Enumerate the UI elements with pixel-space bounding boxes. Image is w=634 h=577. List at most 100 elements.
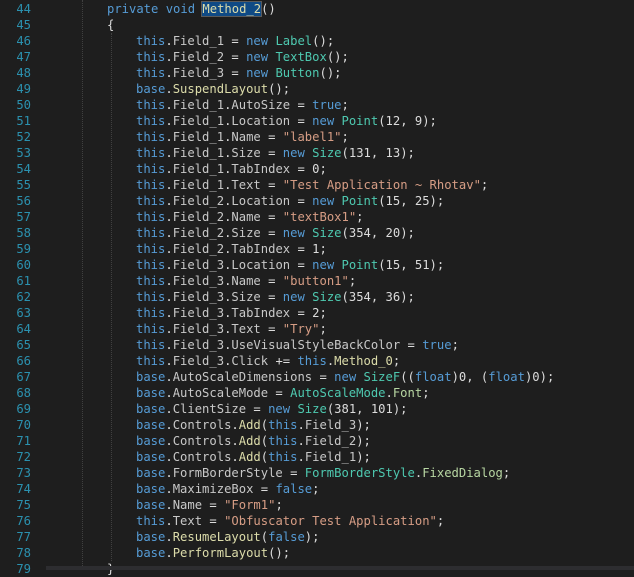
code-text: base.ResumeLayout(false); <box>136 529 319 545</box>
code-token: . <box>165 450 173 464</box>
code-token: Field_2 <box>172 242 225 256</box>
code-token: this <box>136 146 166 160</box>
code-text: base.Controls.Add(this.Field_1); <box>136 449 371 465</box>
code-line[interactable]: 60 this.Field_3.Location = new Point(15, … <box>0 257 634 273</box>
code-line[interactable]: 64 this.Field_3.Text = "Try"; <box>0 321 634 337</box>
line-number: 62 <box>16 290 31 304</box>
code-token: . <box>165 434 173 448</box>
code-token: this <box>268 450 298 464</box>
code-token: FixedDialog <box>422 466 503 480</box>
code-line[interactable]: 44 private void Method_2() <box>0 1 634 17</box>
code-token: . <box>165 146 173 160</box>
code-token: this <box>136 162 166 176</box>
code-token: = <box>246 402 269 416</box>
code-line[interactable]: 73 base.FormBorderStyle = FormBorderStyle… <box>0 465 634 481</box>
code-line[interactable]: 58 this.Field_2.Size = new Size(354, 20); <box>0 225 634 241</box>
code-text: base.MaximizeBox = false; <box>136 481 319 497</box>
code-token: ResumeLayout <box>172 530 261 544</box>
code-token: this <box>136 338 166 352</box>
code-line[interactable]: 50 this.Field_1.AutoSize = true; <box>0 97 634 113</box>
code-token: Size <box>312 146 342 160</box>
code-line[interactable]: 77 base.ResumeLayout(false); <box>0 529 634 545</box>
code-token: = 0; <box>290 162 327 176</box>
code-line[interactable]: 76 this.Text = "Obfuscator Test Applicati… <box>0 513 634 529</box>
code-line[interactable]: 54 this.Field_1.TabIndex = 0; <box>0 161 634 177</box>
indent-guide <box>111 33 112 561</box>
horizontal-scrollbar[interactable] <box>46 566 634 570</box>
code-token: . <box>165 338 173 352</box>
code-token: UseVisualStyleBackColor <box>231 338 401 352</box>
code-token: ; <box>502 466 511 480</box>
code-token: Field_3 <box>304 418 357 432</box>
code-token: = <box>253 482 276 496</box>
code-token: "Form1" <box>224 498 276 512</box>
line-number: 46 <box>16 34 31 48</box>
code-line[interactable]: 51 this.Field_1.Location = new Point(12, … <box>0 113 634 129</box>
code-token: . <box>165 178 173 192</box>
code-line[interactable]: 75 base.Name = "Form1"; <box>0 497 634 513</box>
code-token: . <box>165 482 173 496</box>
code-editor[interactable]: 44 private void Method_2() 45{46 this.Field… <box>0 0 634 576</box>
code-line[interactable]: 55 this.Field_1.Text = "Test Application … <box>0 177 634 193</box>
code-line[interactable]: 65 this.Field_3.UseVisualStyleBackColor =… <box>0 337 634 353</box>
line-number: 76 <box>16 514 31 528</box>
code-line[interactable]: 48 this.Field_3 = new Button(); <box>0 65 634 81</box>
line-number: 70 <box>16 418 31 432</box>
code-line[interactable]: 66 this.Field_3.Click += this.Method_0; <box>0 353 634 369</box>
code-token: Name <box>172 498 203 512</box>
code-token: Name <box>231 274 261 288</box>
code-token: Text <box>231 178 261 192</box>
code-line[interactable]: 53 this.Field_1.Size = new Size(131, 13); <box>0 145 634 161</box>
code-line[interactable]: 69 base.ClientSize = new Size(381, 101); <box>0 401 634 417</box>
code-token: . <box>165 546 173 560</box>
code-line[interactable]: 62 this.Field_3.Size = new Size(354, 36); <box>0 289 634 305</box>
code-token: = <box>224 50 247 64</box>
code-token: Field_1 <box>172 98 225 112</box>
code-line[interactable]: 52 this.Field_1.Name = "label1"; <box>0 129 634 145</box>
code-line[interactable]: 67 base.AutoScaleDimensions = new SizeF((… <box>0 369 634 385</box>
code-token: base <box>136 434 166 448</box>
code-line[interactable]: 47 this.Field_2 = new TextBox(); <box>0 49 634 65</box>
code-token: . <box>297 434 305 448</box>
code-token: new <box>312 258 342 272</box>
code-line[interactable]: 72 base.Controls.Add(this.Field_1); <box>0 449 634 465</box>
code-line[interactable]: 71 base.Controls.Add(this.Field_2); <box>0 433 634 449</box>
code-token: Field_3 <box>172 258 225 272</box>
code-token: this <box>136 514 166 528</box>
code-token: ; <box>275 498 283 512</box>
code-token: Field_3 <box>172 338 225 352</box>
code-token: . <box>231 434 239 448</box>
line-number: 50 <box>16 98 31 112</box>
code-text: base.ClientSize = new Size(381, 101); <box>136 401 408 417</box>
code-line[interactable]: 57 this.Field_2.Name = "textBox1"; <box>0 209 634 225</box>
code-token: = <box>202 498 225 512</box>
code-line[interactable]: 61 this.Field_3.Name = "button1"; <box>0 273 634 289</box>
code-token: ; <box>480 178 489 192</box>
code-line[interactable]: 74 base.MaximizeBox = false; <box>0 481 634 497</box>
code-line[interactable]: 49 base.SuspendLayout(); <box>0 81 634 97</box>
code-line[interactable]: 46 this.Field_1 = new Label(); <box>0 33 634 49</box>
code-token: . <box>165 402 173 416</box>
code-token: ); <box>356 450 371 464</box>
code-token: = <box>290 98 313 112</box>
code-token: "Try" <box>282 322 320 336</box>
code-line[interactable]: 70 base.Controls.Add(this.Field_3); <box>0 417 634 433</box>
code-line[interactable]: 63 this.Field_3.TabIndex = 2; <box>0 305 634 321</box>
code-token: Field_1 <box>172 162 225 176</box>
code-token: = <box>290 258 313 272</box>
code-token: = <box>260 178 283 192</box>
code-line[interactable]: 68 base.AutoScaleMode = AutoScaleMode.Fon… <box>0 385 634 401</box>
code-token: Field_2 <box>172 50 225 64</box>
line-number: 66 <box>16 354 31 368</box>
code-token: = <box>260 210 283 224</box>
code-token: . <box>165 194 173 208</box>
code-line[interactable]: 78 base.PerformLayout(); <box>0 545 634 561</box>
code-line[interactable]: 56 this.Field_2.Location = new Point(15, … <box>0 193 634 209</box>
code-token: base <box>136 450 166 464</box>
code-token: this <box>136 114 166 128</box>
code-token: . <box>165 370 173 384</box>
code-token: = <box>260 226 283 240</box>
code-line[interactable]: 59 this.Field_2.TabIndex = 1; <box>0 241 634 257</box>
line-number: 47 <box>16 50 31 64</box>
code-line[interactable]: 45 { <box>0 17 634 33</box>
